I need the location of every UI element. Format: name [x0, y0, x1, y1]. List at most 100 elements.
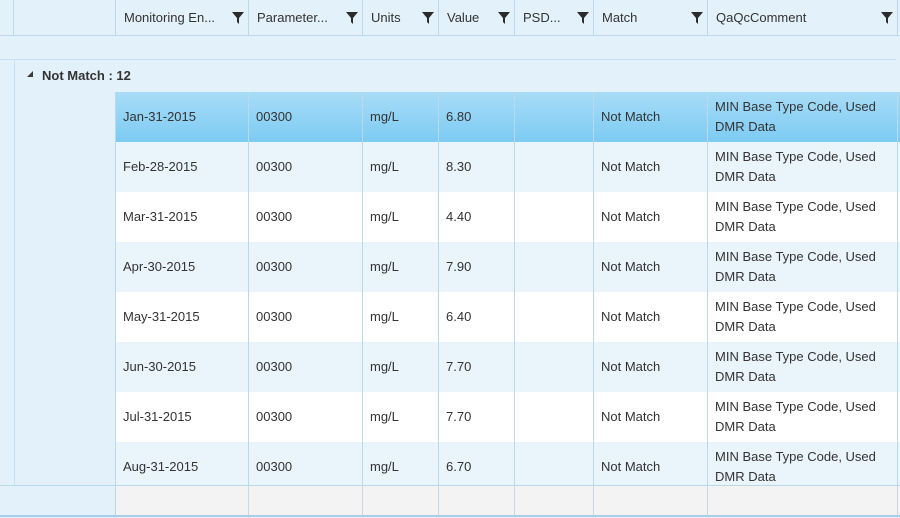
- cell-parameter: 00300: [249, 242, 363, 292]
- cell-psd: [515, 292, 594, 342]
- cell-psd: [515, 142, 594, 192]
- cell-match: Not Match: [594, 192, 708, 242]
- cell-parameter: 00300: [249, 92, 363, 142]
- filter-icon[interactable]: [881, 12, 893, 24]
- data-grid: Monitoring En... Parameter... Units Valu…: [0, 0, 900, 518]
- group-indent-column: [0, 92, 116, 485]
- footer-cell: [363, 486, 439, 518]
- cell-date: Jan-31-2015: [116, 92, 249, 142]
- cell-parameter: 00300: [249, 292, 363, 342]
- cell-date: May-31-2015: [116, 292, 249, 342]
- cell-date: Mar-31-2015: [116, 192, 249, 242]
- table-row[interactable]: Feb-28-2015 00300 mg/L 8.30 Not Match MI…: [116, 142, 900, 192]
- cell-date: Apr-30-2015: [116, 242, 249, 292]
- cell-match: Not Match: [594, 292, 708, 342]
- table-row[interactable]: Jan-31-2015 00300 mg/L 6.80 Not Match MI…: [116, 92, 900, 142]
- cell-units: mg/L: [363, 442, 439, 485]
- column-header-qaqc-comment[interactable]: QaQcComment: [708, 0, 898, 36]
- cell-comment: MIN Base Type Code, Used DMR Data: [708, 242, 898, 292]
- cell-parameter: 00300: [249, 342, 363, 392]
- header-group-indent: [14, 0, 116, 36]
- column-header-label: Monitoring En...: [124, 10, 216, 25]
- table-row[interactable]: Mar-31-2015 00300 mg/L 4.40 Not Match MI…: [116, 192, 900, 242]
- header-spacer: [0, 0, 14, 36]
- cell-comment: MIN Base Type Code, Used DMR Data: [708, 142, 898, 192]
- cell-parameter: 00300: [249, 442, 363, 485]
- filter-icon[interactable]: [577, 12, 589, 24]
- filter-icon[interactable]: [232, 12, 244, 24]
- table-row[interactable]: May-31-2015 00300 mg/L 6.40 Not Match MI…: [116, 292, 900, 342]
- cell-psd: [515, 242, 594, 292]
- filter-icon[interactable]: [498, 12, 510, 24]
- cell-units: mg/L: [363, 292, 439, 342]
- table-row[interactable]: Aug-31-2015 00300 mg/L 6.70 Not Match MI…: [116, 442, 900, 485]
- cell-comment: MIN Base Type Code, Used DMR Data: [708, 342, 898, 392]
- cell-match: Not Match: [594, 142, 708, 192]
- cell-date: Jul-31-2015: [116, 392, 249, 442]
- cell-date: Feb-28-2015: [116, 142, 249, 192]
- table-row[interactable]: Jun-30-2015 00300 mg/L 7.70 Not Match MI…: [116, 342, 900, 392]
- table-row[interactable]: Apr-30-2015 00300 mg/L 7.90 Not Match MI…: [116, 242, 900, 292]
- column-header-units[interactable]: Units: [363, 0, 439, 36]
- cell-value: 4.40: [439, 192, 515, 242]
- cell-comment: MIN Base Type Code, Used DMR Data: [708, 192, 898, 242]
- cell-match: Not Match: [594, 242, 708, 292]
- cell-match: Not Match: [594, 392, 708, 442]
- column-header-monitoring-end[interactable]: Monitoring En...: [116, 0, 249, 36]
- cell-units: mg/L: [363, 142, 439, 192]
- cell-value: 7.90: [439, 242, 515, 292]
- column-header-value[interactable]: Value: [439, 0, 515, 36]
- cell-units: mg/L: [363, 342, 439, 392]
- cell-match: Not Match: [594, 342, 708, 392]
- filter-icon[interactable]: [346, 12, 358, 24]
- column-header-match[interactable]: Match: [594, 0, 708, 36]
- cell-match: Not Match: [594, 442, 708, 485]
- cell-psd: [515, 342, 594, 392]
- cell-value: 6.40: [439, 292, 515, 342]
- divider: [14, 92, 15, 485]
- footer-indent: [0, 486, 116, 518]
- footer-cell: [116, 486, 249, 518]
- footer-cell: [708, 486, 898, 518]
- cell-parameter: 00300: [249, 142, 363, 192]
- cell-units: mg/L: [363, 242, 439, 292]
- grid-header: Monitoring En... Parameter... Units Valu…: [0, 0, 900, 36]
- footer-cell: [594, 486, 708, 518]
- divider: [0, 515, 900, 517]
- cell-value: 7.70: [439, 392, 515, 442]
- cell-units: mg/L: [363, 192, 439, 242]
- column-header-parameter[interactable]: Parameter...: [249, 0, 363, 36]
- grid-body: Jan-31-2015 00300 mg/L 6.80 Not Match MI…: [116, 92, 900, 485]
- cell-comment: MIN Base Type Code, Used DMR Data: [708, 292, 898, 342]
- footer-cell: [439, 486, 515, 518]
- table-row[interactable]: Jul-31-2015 00300 mg/L 7.70 Not Match MI…: [116, 392, 900, 442]
- cell-psd: [515, 392, 594, 442]
- cell-psd: [515, 92, 594, 142]
- group-header-row[interactable]: Not Match : 12: [14, 60, 896, 92]
- cell-value: 8.30: [439, 142, 515, 192]
- cell-value: 6.70: [439, 442, 515, 485]
- cell-date: Aug-31-2015: [116, 442, 249, 485]
- cell-match: Not Match: [594, 92, 708, 142]
- cell-units: mg/L: [363, 92, 439, 142]
- cell-comment: MIN Base Type Code, Used DMR Data: [708, 392, 898, 442]
- footer-cell: [249, 486, 363, 518]
- cell-psd: [515, 192, 594, 242]
- filter-icon[interactable]: [422, 12, 434, 24]
- cell-comment: MIN Base Type Code, Used DMR Data: [708, 442, 898, 485]
- triangle-expanded-icon[interactable]: [27, 71, 33, 77]
- cell-comment: MIN Base Type Code, Used DMR Data: [708, 92, 898, 142]
- column-header-label: QaQcComment: [716, 10, 807, 25]
- cell-parameter: 00300: [249, 392, 363, 442]
- grid-footer: [0, 485, 900, 518]
- cell-value: 6.80: [439, 92, 515, 142]
- cell-units: mg/L: [363, 392, 439, 442]
- filter-icon[interactable]: [691, 12, 703, 24]
- footer-cell: [515, 486, 594, 518]
- cell-parameter: 00300: [249, 192, 363, 242]
- column-header-psd[interactable]: PSD...: [515, 0, 594, 36]
- cell-date: Jun-30-2015: [116, 342, 249, 392]
- cell-psd: [515, 442, 594, 485]
- group-label: Not Match : 12: [42, 68, 131, 83]
- cell-value: 7.70: [439, 342, 515, 392]
